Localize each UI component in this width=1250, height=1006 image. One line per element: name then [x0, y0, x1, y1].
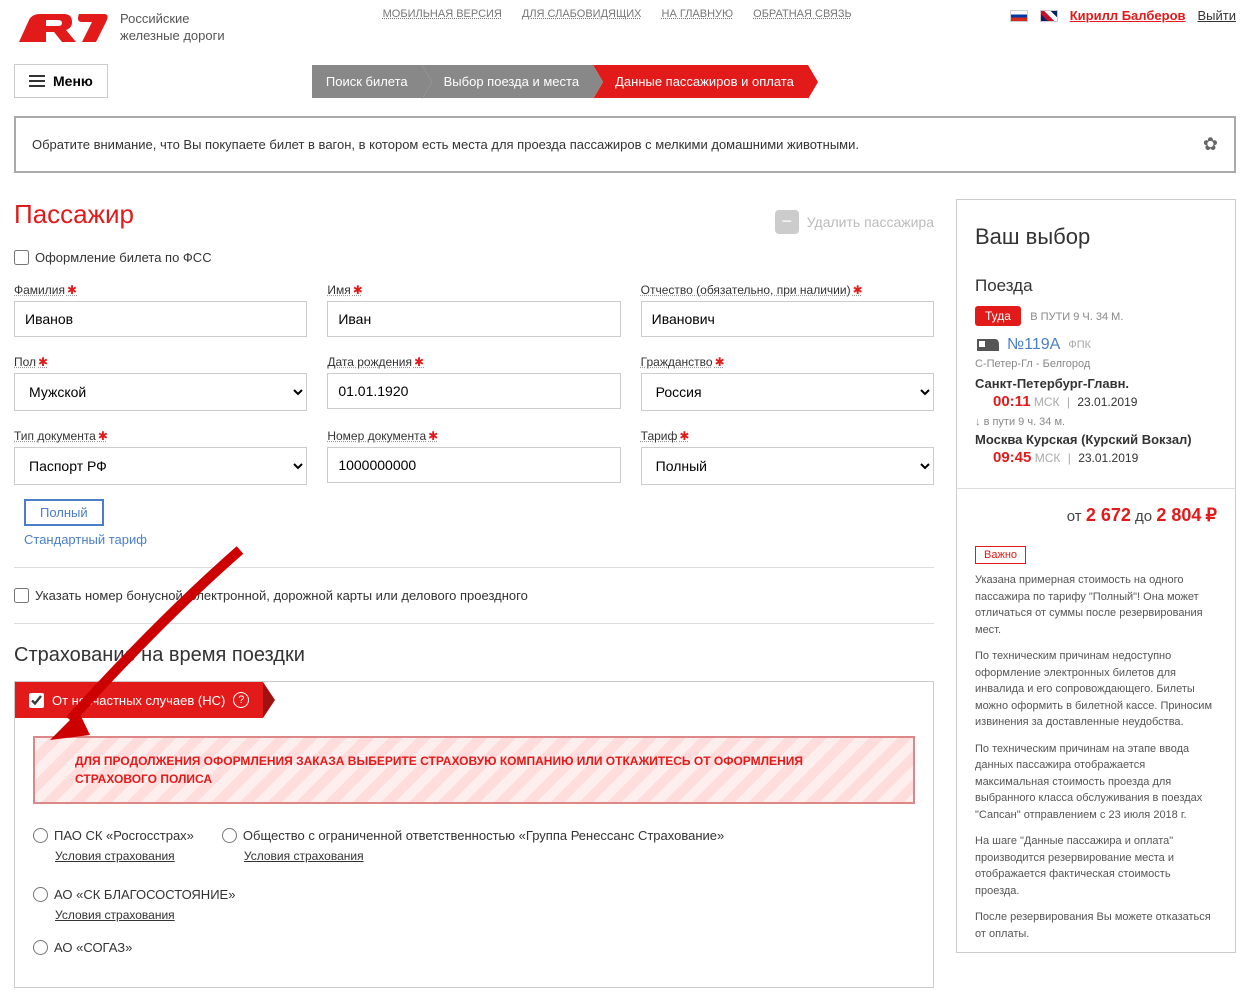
train-icon [975, 337, 999, 353]
flag-ru-icon[interactable] [1010, 10, 1028, 22]
tariff-select[interactable]: Полный [641, 447, 934, 485]
patronymic-label: Отчество (обязательно, при наличии)✱ [641, 283, 934, 297]
birthdate-input[interactable] [327, 373, 620, 409]
info-5: После резервирования Вы можете отказатьс… [957, 909, 1235, 952]
gender-label: Пол✱ [14, 355, 307, 369]
date-from: 23.01.2019 [1077, 395, 1137, 409]
birthdate-label: Дата рождения✱ [327, 355, 620, 369]
notice-text: Обратите внимание, что Вы покупаете биле… [32, 137, 859, 152]
sidebar-title: Ваш выбор [957, 208, 1235, 258]
fss-checkbox[interactable] [14, 250, 29, 265]
train-company: ФПК [1068, 339, 1091, 351]
station-from: Санкт-Петербург-Главн. [975, 376, 1217, 391]
ins-terms-1[interactable]: Условия страхования [55, 849, 194, 863]
surname-label: Фамилия✱ [14, 283, 307, 297]
name-label: Имя✱ [327, 283, 620, 297]
logo-block: Российские железные дороги [14, 8, 225, 48]
help-icon[interactable]: ? [233, 692, 249, 708]
time-from: 00:11 [993, 393, 1031, 410]
ins-opt-3[interactable] [33, 887, 48, 902]
train-number[interactable]: №119А [1007, 336, 1060, 354]
info-1: Указана примерная стоимость на одного па… [957, 572, 1235, 648]
important-badge: Важно [975, 546, 1026, 564]
fss-label: Оформление билета по ФСС [35, 250, 212, 265]
menu-button[interactable]: Меню [14, 64, 108, 98]
gender-select[interactable]: Мужской [14, 373, 307, 411]
patronymic-input[interactable] [641, 301, 934, 337]
link-home[interactable]: НА ГЛАВНУЮ [662, 8, 734, 20]
ins-terms-3[interactable]: Условия страхования [55, 908, 235, 922]
info-4: На шаге "Данные пассажира и оплата" прои… [957, 833, 1235, 909]
insurance-warning: ДЛЯ ПРОДОЛЖЕНИЯ ОФОРМЛЕНИЯ ЗАКАЗА ВЫБЕРИ… [33, 736, 915, 804]
bonus-checkbox[interactable] [14, 588, 29, 603]
close-icon[interactable]: ✿ [1203, 134, 1218, 155]
doctype-select[interactable]: Паспорт РФ [14, 447, 307, 485]
delete-passenger: − Удалить пассажира [775, 210, 934, 234]
insurance-box: От несчастных случаев (НС) ? ДЛЯ ПРОДОЛЖ… [14, 681, 934, 988]
tariff-label: Тариф✱ [641, 429, 934, 443]
price-box: от 2 672 до 2 804 ₽ [957, 488, 1235, 542]
ins-opt-4[interactable] [33, 940, 48, 955]
notice-banner: Обратите внимание, что Вы покупаете биле… [14, 116, 1236, 173]
crumb-select[interactable]: Выбор поезда и места [422, 65, 593, 98]
doctype-label: Тип документа✱ [14, 429, 307, 443]
username[interactable]: Кирилл Балберов [1070, 8, 1186, 23]
docnum-label: Номер документа✱ [327, 429, 620, 443]
time-to: 09:45 [993, 449, 1031, 466]
surname-input[interactable] [14, 301, 307, 337]
flag-en-icon[interactable] [1040, 10, 1058, 22]
link-feedback[interactable]: ОБРАТНАЯ СВЯЗЬ [753, 8, 852, 20]
travel-time: В ПУТИ 9 Ч. 34 М. [1030, 311, 1123, 323]
station-to: Москва Курская (Курский Вокзал) [975, 432, 1217, 447]
ins-terms-2[interactable]: Условия страхования [244, 849, 724, 863]
route: С-Петер-Гл - Белгород [975, 358, 1217, 370]
minus-icon: − [775, 210, 799, 234]
logo-text-1: Российские [120, 11, 225, 28]
crumb-payment: Данные пассажиров и оплата [593, 65, 808, 98]
top-links: МОБИЛЬНАЯ ВЕРСИЯ ДЛЯ СЛАБОВИДЯЩИХ НА ГЛА… [383, 8, 852, 20]
citizenship-label: Гражданство✱ [641, 355, 934, 369]
citizenship-select[interactable]: Россия [641, 373, 934, 411]
logo-text-2: железные дороги [120, 28, 225, 45]
crumb-search[interactable]: Поиск билета [312, 65, 422, 98]
ins-opt-1[interactable] [33, 828, 48, 843]
tariff-tag: Полный [24, 499, 104, 526]
rzd-logo [14, 8, 110, 48]
name-input[interactable] [327, 301, 620, 337]
hamburger-icon [29, 75, 45, 87]
insurance-header[interactable]: От несчастных случаев (НС) ? [15, 682, 263, 718]
date-to: 23.01.2019 [1078, 451, 1138, 465]
insurance-checkbox[interactable] [29, 693, 44, 708]
info-3: По техническим причинам на этапе ввода д… [957, 741, 1235, 834]
insurance-title: Страхование на время поездки [14, 644, 934, 667]
link-mobile[interactable]: МОБИЛЬНАЯ ВЕРСИЯ [383, 8, 502, 20]
tariff-link[interactable]: Стандартный тариф [24, 532, 147, 547]
bonus-label: Указать номер бонусной, электронной, дор… [35, 588, 528, 603]
sidebar: Ваш выбор Поезда Туда В ПУТИ 9 Ч. 34 М. … [956, 199, 1236, 953]
ins-opt-2[interactable] [222, 828, 237, 843]
logout-link[interactable]: Выйти [1198, 8, 1237, 23]
page-title: Пассажир [14, 199, 134, 230]
info-2: По техническим причинам недоступно оформ… [957, 648, 1235, 741]
link-accessibility[interactable]: ДЛЯ СЛАБОВИДЯЩИХ [522, 8, 642, 20]
docnum-input[interactable] [327, 447, 620, 483]
sidebar-trains-label: Поезда [957, 272, 1235, 306]
breadcrumb: Поиск билета Выбор поезда и места Данные… [312, 65, 808, 98]
direction-badge: Туда [975, 306, 1021, 326]
